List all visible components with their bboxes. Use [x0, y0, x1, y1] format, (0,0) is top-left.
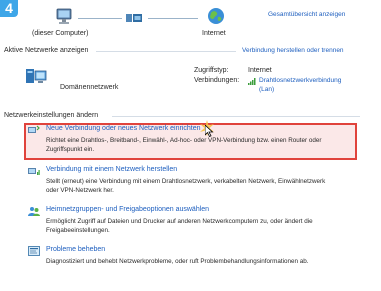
new-connection-icon: [28, 125, 40, 135]
access-type-value: Internet: [248, 67, 272, 74]
task-new-connection-desc: Richtet eine Drahtlos-, Breitband-, Einw…: [46, 137, 322, 144]
task-new-connection-desc-2: Zugriffspunkt ein.: [46, 146, 95, 153]
task-troubleshoot-desc: Diagnostiziert und behebt Netzwerkproble…: [46, 258, 309, 265]
internet-globe-icon: [207, 7, 225, 25]
map-connector-line: [78, 18, 122, 19]
connect-network-icon: [28, 166, 40, 176]
section-divider: [112, 116, 360, 117]
wireless-connection-link[interactable]: Drahtlosnetzwerkverbindung: [259, 77, 341, 84]
homegroup-icon: [28, 206, 40, 216]
task-connect-network-desc-2: oder VPN-Netzwerk her.: [46, 187, 114, 194]
wireless-connection-link-suffix[interactable]: (Lan): [259, 86, 274, 93]
connect-disconnect-link[interactable]: Verbindung herstellen oder trennen: [242, 47, 344, 54]
task-new-connection-link[interactable]: Neue Verbindung oder neues Netzwerk einr…: [46, 125, 201, 132]
connections-label: Verbindungen:: [194, 77, 240, 84]
computer-label: (dieser Computer): [32, 30, 89, 37]
section-divider: [96, 51, 236, 52]
task-homegroup-link[interactable]: Heimnetzgruppen- und Freigabeoptionen au…: [46, 206, 209, 213]
internet-label: Internet: [202, 30, 226, 37]
network-switch-icon: [126, 12, 142, 24]
troubleshoot-icon: [28, 246, 40, 256]
map-connector-line: [148, 18, 198, 19]
computer-icon: [56, 8, 72, 26]
task-homegroup-desc: Ermöglicht Zugriff auf Dateien und Druck…: [46, 218, 313, 225]
change-settings-title: Netzwerkeinstellungen ändern: [4, 112, 99, 119]
access-type-label: Zugriffstyp:: [194, 67, 229, 74]
full-map-link[interactable]: Gesamtübersicht anzeigen: [268, 11, 345, 18]
wireless-signal-icon: [248, 78, 256, 85]
task-connect-network-desc: Stellt (erneut) eine Verbindung mit eine…: [46, 178, 326, 185]
task-homegroup-desc-2: Freigabeeinstellungen.: [46, 227, 110, 234]
domain-network-icon: [26, 66, 48, 86]
step-badge: 4: [0, 0, 18, 17]
task-connect-network-link[interactable]: Verbindung mit einem Netzwerk herstellen: [46, 166, 177, 173]
network-name: Domänennetzwerk: [60, 84, 119, 91]
active-networks-title: Aktive Netzwerke anzeigen: [4, 47, 89, 54]
task-troubleshoot-link[interactable]: Probleme beheben: [46, 246, 105, 253]
